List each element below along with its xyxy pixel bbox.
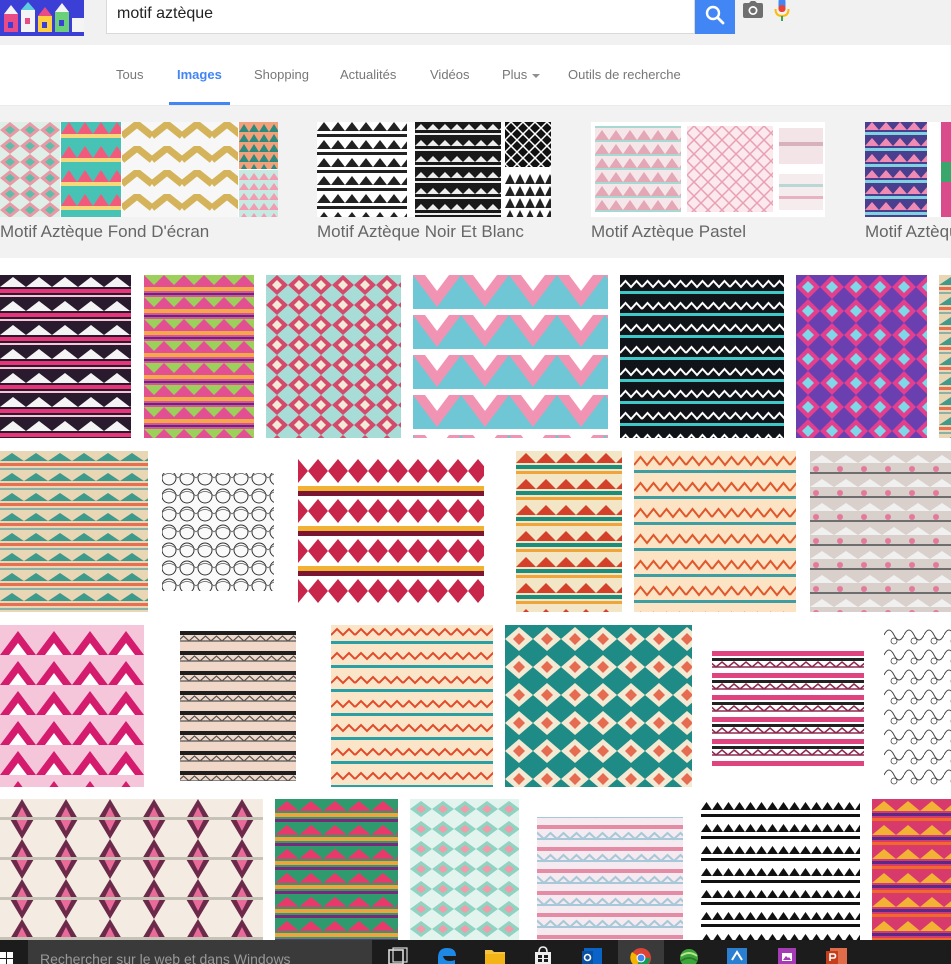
outlook-icon[interactable] xyxy=(580,944,606,964)
tab-news[interactable]: Actualités xyxy=(340,45,396,105)
image-result[interactable] xyxy=(0,799,263,940)
taskbar-search-placeholder: Rechercher sur le web et dans Windows xyxy=(40,951,291,964)
related-thumb xyxy=(61,122,121,217)
camera-icon[interactable] xyxy=(742,0,764,20)
search-tabs: Tous Images Shopping Actualités Vidéos P… xyxy=(0,45,951,106)
task-view-icon[interactable] xyxy=(385,944,411,964)
related-thumb xyxy=(865,122,927,217)
store-icon[interactable] xyxy=(530,944,556,964)
tab-shopping[interactable]: Shopping xyxy=(254,45,309,105)
file-explorer-icon[interactable] xyxy=(482,944,508,964)
tab-videos[interactable]: Vidéos xyxy=(430,45,470,105)
header-bar xyxy=(0,0,951,45)
related-thumb xyxy=(239,170,278,217)
chevron-down-icon xyxy=(532,73,541,78)
green-app-icon[interactable] xyxy=(676,944,702,964)
image-result[interactable] xyxy=(413,275,608,438)
image-result[interactable] xyxy=(0,451,148,612)
related-search-label: Motif Aztèque xyxy=(865,222,951,241)
image-result[interactable] xyxy=(0,275,131,438)
microphone-icon[interactable] xyxy=(773,0,791,23)
windows-start-icon[interactable] xyxy=(0,940,28,964)
related-thumb xyxy=(0,122,60,217)
related-thumbnails xyxy=(865,122,951,217)
image-result[interactable] xyxy=(704,625,872,787)
tab-all[interactable]: Tous xyxy=(116,45,143,105)
related-search-aztec[interactable]: Motif Aztèque xyxy=(865,122,951,241)
related-searches: Motif Aztèque Fond D'écran Motif Aztèque… xyxy=(0,106,951,259)
related-thumb xyxy=(505,122,551,167)
related-search-label: Motif Aztèque Pastel xyxy=(591,222,746,241)
related-thumb xyxy=(779,174,823,210)
image-result[interactable] xyxy=(144,275,254,438)
related-thumb xyxy=(415,122,501,217)
search-box xyxy=(106,0,790,34)
purple-app-icon[interactable] xyxy=(774,944,800,964)
related-thumb xyxy=(317,122,407,217)
blue-app-icon[interactable] xyxy=(724,944,750,964)
image-result[interactable] xyxy=(266,275,401,438)
edge-browser-icon[interactable] xyxy=(434,944,460,964)
tab-search-tools[interactable]: Outils de recherche xyxy=(568,45,681,105)
image-result[interactable] xyxy=(939,275,951,438)
taskbar-search[interactable]: Rechercher sur le web et dans Windows xyxy=(28,940,372,964)
image-result[interactable] xyxy=(516,451,622,612)
related-thumb xyxy=(687,126,773,212)
related-thumb xyxy=(779,128,823,164)
search-input[interactable] xyxy=(117,0,617,28)
image-result[interactable] xyxy=(0,625,144,787)
image-result[interactable] xyxy=(810,451,951,612)
related-thumbnails xyxy=(0,122,278,217)
image-result[interactable] xyxy=(410,799,519,940)
related-search-pastel[interactable]: Motif Aztèque Pastel xyxy=(591,122,825,241)
related-thumb xyxy=(239,122,278,169)
related-thumbnails xyxy=(317,122,551,217)
windows-taskbar: Rechercher sur le web et dans Windows xyxy=(0,940,951,964)
image-result[interactable] xyxy=(634,451,796,612)
related-thumb xyxy=(505,172,551,217)
image-result[interactable] xyxy=(288,451,494,612)
search-icon xyxy=(705,5,725,25)
image-result[interactable] xyxy=(796,275,927,438)
image-result[interactable] xyxy=(872,799,951,940)
related-search-black-white[interactable]: Motif Aztèque Noir Et Blanc xyxy=(317,122,551,241)
image-result[interactable] xyxy=(331,625,493,787)
related-thumb xyxy=(122,122,238,217)
tab-more-label: Plus xyxy=(502,67,528,82)
related-search-label: Motif Aztèque Fond D'écran xyxy=(0,222,210,241)
powerpoint-icon[interactable] xyxy=(824,944,850,964)
related-search-wallpaper[interactable]: Motif Aztèque Fond D'écran xyxy=(0,122,278,241)
image-result[interactable] xyxy=(505,625,692,787)
image-result[interactable] xyxy=(620,275,784,438)
tab-images[interactable]: Images xyxy=(169,45,230,105)
image-result[interactable] xyxy=(156,625,319,787)
image-result[interactable] xyxy=(884,625,951,787)
related-search-label: Motif Aztèque Noir Et Blanc xyxy=(317,222,524,241)
chrome-icon[interactable] xyxy=(628,944,654,964)
related-thumbnails xyxy=(591,122,825,217)
image-result[interactable] xyxy=(160,451,276,612)
image-result[interactable] xyxy=(701,799,860,940)
search-button[interactable] xyxy=(695,0,735,34)
tab-more[interactable]: Plus xyxy=(502,45,541,105)
image-result[interactable] xyxy=(531,799,689,940)
image-results-grid xyxy=(0,258,951,940)
related-thumb xyxy=(941,122,951,217)
image-result[interactable] xyxy=(275,799,398,940)
google-doodle-logo[interactable] xyxy=(0,0,84,36)
related-thumb xyxy=(595,126,681,212)
